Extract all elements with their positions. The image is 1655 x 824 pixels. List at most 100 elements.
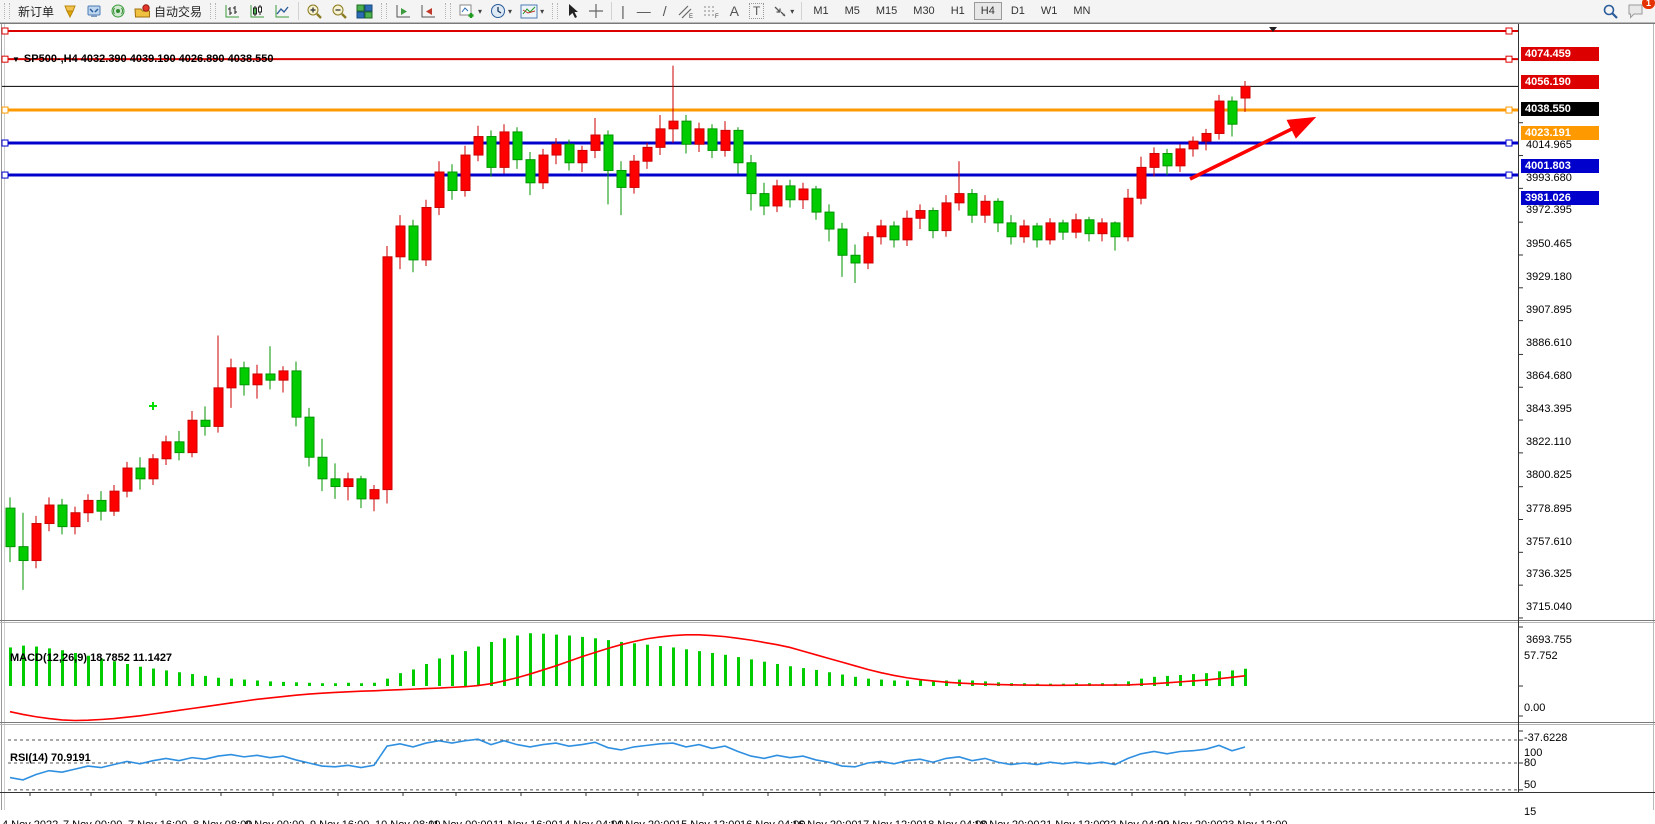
notifications-button[interactable]: 1 <box>1623 1 1649 21</box>
price-tick-label: 3800.825 <box>1526 469 1572 481</box>
fibonacci-icon: F <box>702 4 720 19</box>
rsi-scale-label: 15 <box>1524 806 1536 818</box>
new-order-label: 新订单 <box>18 3 54 20</box>
crosshair-button[interactable] <box>584 1 608 21</box>
search-button[interactable] <box>1598 1 1623 21</box>
trendline-icon: / <box>663 3 667 19</box>
timeframe-mn[interactable]: MN <box>1066 2 1097 20</box>
chart-title-text: SP500-,H4 4032.390 4039.190 4026.890 403… <box>24 53 274 65</box>
horizontal-line-tool[interactable]: — <box>631 1 657 21</box>
timeframe-h1[interactable]: H1 <box>944 2 972 20</box>
channel-tool[interactable]: E <box>673 1 698 21</box>
macd-scale-zero: 0.00 <box>1524 702 1545 714</box>
trend-arrow-annotation[interactable] <box>1190 120 1310 179</box>
timeframe-w1[interactable]: W1 <box>1034 2 1065 20</box>
chart-title: ▼ SP500-,H4 4032.390 4039.190 4026.890 40… <box>12 53 273 65</box>
auto-scroll-button[interactable] <box>391 1 416 21</box>
timeframe-d1[interactable]: D1 <box>1004 2 1032 20</box>
toolbar-separator <box>611 2 612 20</box>
horizontal-level-lines[interactable] <box>2 28 1518 178</box>
timeframe-m30[interactable]: M30 <box>906 2 941 20</box>
time-axis-label: 11 Nov 16:00 <box>493 819 558 824</box>
time-axis-label: 9 Nov 00:00 <box>245 819 304 824</box>
time-axis-label: 14 Nov 20:00 <box>610 819 675 824</box>
fibonacci-tool[interactable]: F <box>698 1 724 21</box>
price-tick-label: 3950.465 <box>1526 238 1572 250</box>
signals-icon <box>110 3 126 19</box>
time-axis-label: 11 Nov 00:00 <box>428 819 493 824</box>
search-icon <box>1602 3 1619 20</box>
indicators-add-icon <box>459 3 476 19</box>
candlestick-chart-button[interactable] <box>245 1 270 21</box>
rsi-line <box>10 739 1245 780</box>
symbol-dropdown-icon: ▼ <box>12 55 20 64</box>
macd-scale-max: 57.752 <box>1524 650 1558 662</box>
zoom-in-button[interactable] <box>302 1 327 21</box>
toolbar-separator <box>298 2 299 20</box>
time-axis-label: 7 Nov 16:00 <box>128 819 187 824</box>
market-button[interactable] <box>58 1 82 21</box>
clock-icon <box>490 3 506 19</box>
chart-surface[interactable]: ▼ SP500-,H4 4032.390 4039.190 4026.890 40… <box>0 23 1655 824</box>
time-axis-label: 22 Nov 20:00 <box>1157 819 1222 824</box>
auto-scroll-icon <box>395 4 412 19</box>
toolbar-drag-handle[interactable] <box>552 3 558 19</box>
chart-shift-button[interactable] <box>416 1 441 21</box>
timeframe-m5[interactable]: M5 <box>838 2 867 20</box>
chevron-down-icon: ▾ <box>790 7 794 16</box>
zoom-in-icon <box>306 3 323 19</box>
chevron-down-icon: ▾ <box>478 7 482 16</box>
crosshair-icon <box>588 3 604 19</box>
macd-label: MACD(12,26,9) 18.7852 11.1427 <box>10 652 172 664</box>
rsi-scale-label: 50 <box>1524 779 1536 791</box>
signals-button[interactable] <box>106 1 130 21</box>
chart-shift-icon <box>420 4 437 19</box>
metaeditor-button[interactable] <box>82 1 106 21</box>
cursor-button[interactable] <box>562 1 584 21</box>
toolbar-drag-handle[interactable] <box>445 3 451 19</box>
time-axis-label: 23 Nov 12:00 <box>1222 819 1287 824</box>
chevron-down-icon: ▾ <box>508 7 512 16</box>
line-chart-button[interactable] <box>270 1 295 21</box>
vertical-line-tool[interactable]: | <box>615 1 631 21</box>
templates-button[interactable]: ▾ <box>516 1 548 21</box>
timeframe-m15[interactable]: M15 <box>869 2 904 20</box>
trendline-tool[interactable]: / <box>657 1 673 21</box>
label-tool[interactable]: T <box>745 1 768 21</box>
price-tick-label: 3929.180 <box>1526 271 1572 283</box>
price-tick-label: 3822.110 <box>1526 436 1571 448</box>
time-axis-label: 9 Nov 16:00 <box>310 819 369 824</box>
indicators-button[interactable]: ▾ <box>455 1 486 21</box>
zoom-out-button[interactable] <box>327 1 352 21</box>
svg-text:E: E <box>689 14 693 19</box>
timeframe-h4[interactable]: H4 <box>974 2 1002 20</box>
timeframe-m1[interactable]: M1 <box>806 2 835 20</box>
price-tick-label: 3843.395 <box>1526 403 1572 415</box>
toolbar-drag-handle[interactable] <box>4 3 10 19</box>
price-tick-label: 3778.895 <box>1526 503 1572 515</box>
autotrading-button[interactable]: 自动交易 <box>130 1 206 21</box>
time-axis-label: 15 Nov 12:00 <box>675 819 740 824</box>
templates-icon <box>520 4 538 19</box>
timeframe-group: M1M5M15M30H1H4D1W1MN <box>805 2 1098 20</box>
rsi-level-lines <box>8 740 1518 790</box>
time-axis-label: 21 Nov 12:00 <box>1040 819 1105 824</box>
time-axis-label: 16 Nov 20:00 <box>792 819 857 824</box>
price-tick-label: 3757.610 <box>1526 536 1572 548</box>
metaeditor-icon <box>86 3 102 19</box>
price-tick-label: 3972.395 <box>1526 204 1572 216</box>
tile-windows-button[interactable] <box>352 1 377 21</box>
rsi-scale-label: 80 <box>1524 757 1536 769</box>
periods-button[interactable]: ▾ <box>486 1 516 21</box>
autotrading-label: 自动交易 <box>154 3 202 20</box>
price-tick-label: 3715.040 <box>1526 601 1572 613</box>
toolbar-drag-handle[interactable] <box>381 3 387 19</box>
label-tool-icon: T <box>749 3 764 19</box>
arrows-tool[interactable]: ▾ <box>768 1 798 21</box>
notification-badge: 1 <box>1642 0 1655 9</box>
new-order-button[interactable]: 新订单 <box>14 1 58 21</box>
text-tool[interactable]: A <box>724 1 745 21</box>
toolbar-drag-handle[interactable] <box>210 3 216 19</box>
bar-chart-button[interactable] <box>220 1 245 21</box>
horizontal-line-icon: — <box>637 3 651 19</box>
